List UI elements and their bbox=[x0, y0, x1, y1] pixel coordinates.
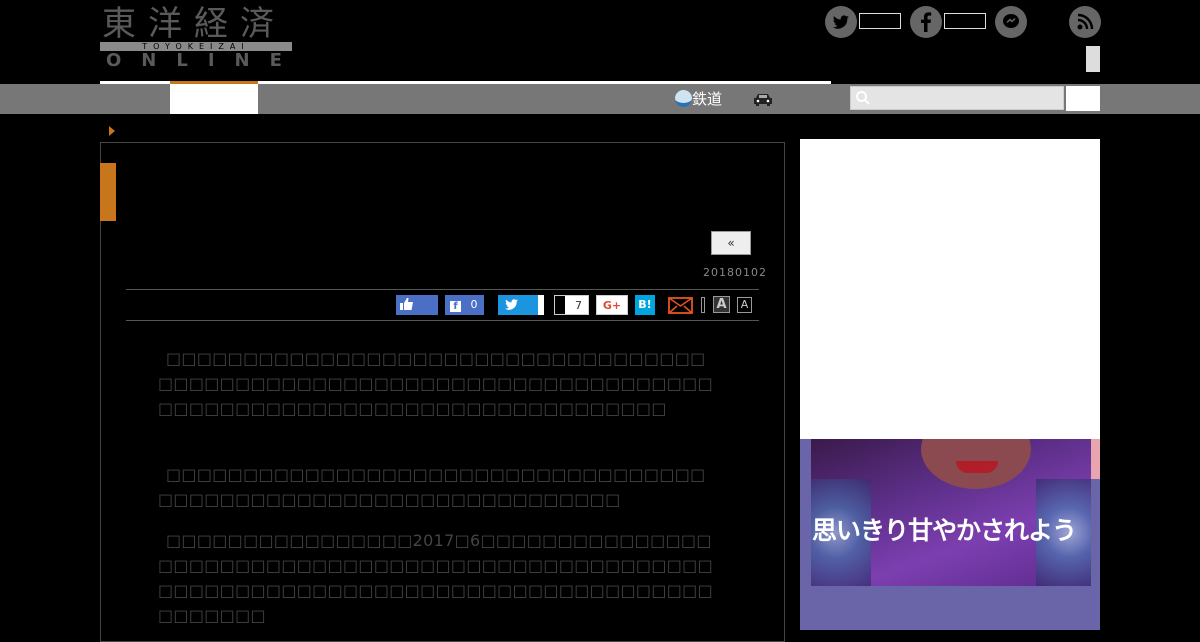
header-login-button[interactable] bbox=[1086, 46, 1100, 72]
facebook-count bbox=[944, 13, 986, 29]
google-plus-button[interactable]: G+ bbox=[596, 295, 628, 315]
like-button[interactable] bbox=[396, 295, 438, 315]
article-paragraph: □□□□□□□□□□□□□□□□□□□□□□□□□□□□□□□□□□□□□□□□… bbox=[158, 349, 714, 418]
prev-page-button[interactable]: « bbox=[711, 231, 751, 255]
logo-online: ONLINE bbox=[106, 50, 302, 71]
thumbs-up-icon bbox=[400, 297, 414, 317]
article-paragraph: □□□□□□□□□□□□□□□□□□□□□□□□□□□□□□□□□□□□□□□□… bbox=[158, 465, 706, 509]
ad-headline: 思いきり甘やかされよう bbox=[812, 516, 1077, 545]
twitter-share-button[interactable] bbox=[498, 295, 544, 315]
search-button[interactable] bbox=[1066, 86, 1100, 111]
hatena-bookmark-button[interactable]: B! bbox=[635, 295, 655, 315]
twitter-count bbox=[859, 13, 901, 29]
share-top-divider bbox=[126, 289, 759, 290]
train-icon bbox=[675, 90, 692, 107]
twitter-icon[interactable] bbox=[825, 6, 857, 38]
car-icon bbox=[752, 87, 774, 117]
hatena-count-button[interactable]: 7 bbox=[554, 295, 589, 315]
share-bottom-divider bbox=[126, 320, 759, 321]
twitter-icon bbox=[505, 297, 518, 317]
sidebar-ad-slot[interactable] bbox=[800, 139, 1100, 439]
article-date: 20180102 bbox=[703, 266, 767, 279]
nav-item-car[interactable] bbox=[752, 84, 774, 114]
site-logo[interactable]: 東洋経済 bbox=[102, 4, 286, 44]
ad-photo bbox=[811, 439, 1091, 586]
font-size-large-button[interactable]: A bbox=[713, 296, 730, 313]
ad-accent bbox=[1091, 439, 1100, 479]
messenger-icon[interactable] bbox=[995, 6, 1027, 38]
nav-item-active[interactable] bbox=[170, 81, 258, 114]
article-category-marker bbox=[100, 163, 116, 221]
font-size-small-button[interactable]: A bbox=[737, 297, 752, 313]
article-paragraph: □□□□□□□□□□□□□□□□2017□6□□□□□□□□□□□□□□□□□□… bbox=[158, 531, 714, 625]
mail-icon[interactable] bbox=[668, 297, 693, 318]
search-icon bbox=[855, 90, 871, 110]
rss-icon[interactable] bbox=[1069, 6, 1101, 38]
facebook-share-button[interactable]: f 0 bbox=[445, 295, 484, 315]
print-button[interactable] bbox=[701, 297, 705, 313]
search-input[interactable] bbox=[850, 86, 1064, 110]
breadcrumb-arrow-icon bbox=[109, 126, 115, 136]
nav-item-train[interactable]: 鉄道 bbox=[675, 84, 722, 114]
facebook-icon[interactable] bbox=[910, 6, 942, 38]
facebook-icon: f bbox=[450, 301, 461, 312]
